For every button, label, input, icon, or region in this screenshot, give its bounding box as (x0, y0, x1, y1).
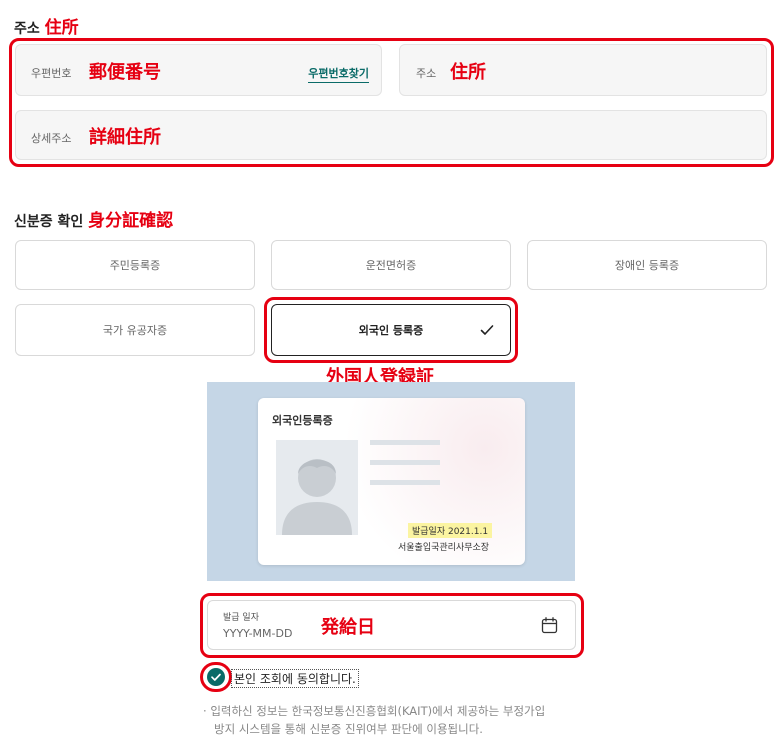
notice-line-1: · 입력하신 정보는 한국정보통신진흥협회(KAIT)에서 제공하는 부정가입 (203, 702, 545, 720)
id-verify-title-text: 신분증 확인 (14, 214, 84, 230)
notice-text-2: 방지 시스템을 통해 신분증 진위여부 판단에 이용됩니다. (214, 722, 483, 736)
consent-checkbox[interactable] (207, 668, 225, 686)
detail-address-field[interactable]: 상세주소 詳細住所 (15, 110, 767, 160)
issue-date-label: 발급 일자 (223, 613, 259, 623)
sample-id-card: 외국인등록증 발급일자 2021.1.1 서울출입국관리사무소장 (258, 398, 525, 565)
address-title-text: 주소 (14, 21, 40, 37)
address-label: 주소 (416, 67, 437, 80)
id-option-disability-card[interactable]: 장애인 등록증 (527, 240, 767, 290)
card-issuer: 서울출입국관리사무소장 (398, 543, 490, 553)
consent-label[interactable]: 본인 조회에 동의합니다. (231, 669, 359, 688)
postal-code-note: 郵便番号 (89, 62, 161, 83)
id-option-veteran-card[interactable]: 국가 유공자증 (15, 304, 255, 356)
id-option-alien-registration-card[interactable]: 외국인 등록증 (271, 304, 511, 356)
id-option-label: 국가 유공자증 (102, 324, 168, 337)
address-note: 住所 (450, 62, 486, 83)
notice-text-1: 입력하신 정보는 한국정보통신진흥협회(KAIT)에서 제공하는 부정가입 (210, 704, 546, 718)
id-option-label: 외국인 등록증 (358, 324, 424, 337)
calendar-icon[interactable] (541, 617, 558, 634)
address-title-note: 住所 (44, 18, 79, 38)
issue-date-field[interactable]: 발급 일자 YYYY-MM-DD 発給日 (207, 600, 576, 650)
id-verify-title-note: 身分証確認 (88, 211, 174, 231)
find-postal-code-link[interactable]: 우편번호찾기 (308, 65, 369, 83)
person-photo-icon (276, 440, 358, 535)
id-option-driver-license[interactable]: 운전면허증 (271, 240, 511, 290)
id-option-label: 장애인 등록증 (614, 259, 680, 272)
check-icon (480, 325, 494, 335)
address-field[interactable]: 주소 住所 (399, 44, 767, 96)
postal-code-field[interactable]: 우편번호 郵便番号 우편번호찾기 (15, 44, 382, 96)
consent-notice: · 입력하신 정보는 한국정보통신진흥협회(KAIT)에서 제공하는 부정가입 … (203, 702, 545, 738)
id-option-resident-card[interactable]: 주민등록증 (15, 240, 255, 290)
id-option-label: 주민등록증 (109, 259, 161, 272)
card-text-placeholder-line (370, 440, 440, 445)
detail-address-label: 상세주소 (31, 132, 72, 145)
issue-date-note: 発給日 (321, 617, 375, 638)
postal-code-label: 우편번호 (31, 67, 72, 80)
card-title: 외국인등록증 (272, 414, 333, 427)
address-section-title: 주소 住所 (14, 13, 79, 38)
id-verify-section-title: 신분증 확인 身分証確認 (14, 206, 173, 231)
issue-date-input[interactable]: YYYY-MM-DD (223, 627, 292, 640)
card-issue-date: 발급일자 2021.1.1 (408, 523, 493, 538)
card-text-placeholder-line (370, 460, 440, 465)
detail-address-note: 詳細住所 (89, 127, 161, 148)
id-option-label: 운전면허증 (365, 259, 417, 272)
card-text-placeholder-line (370, 480, 440, 485)
